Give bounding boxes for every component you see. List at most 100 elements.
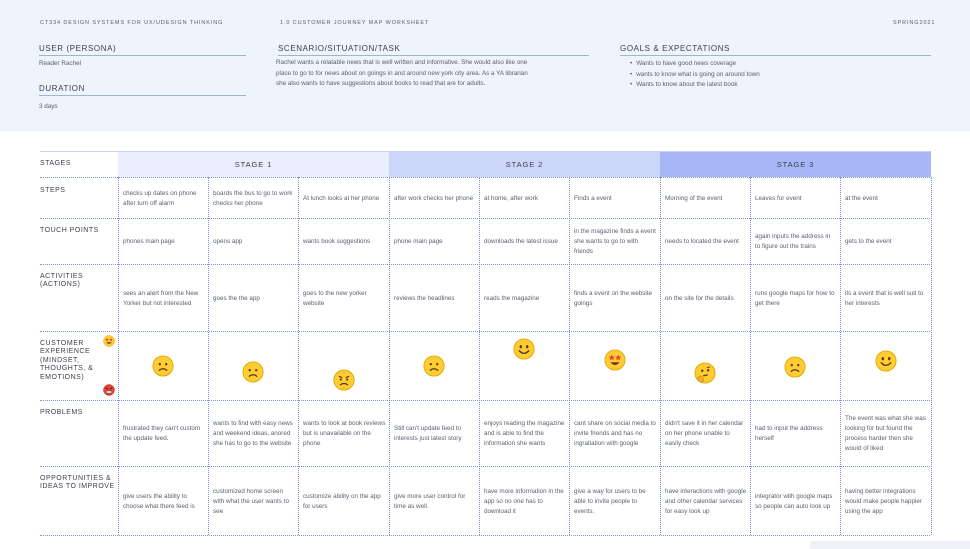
emotion-angry-icon — [332, 369, 355, 391]
angry-face-icon — [103, 384, 115, 396]
cell-text: finds a event on the website goings — [574, 289, 653, 307]
journey-cell-problems: didn't save it in her calendar on her ph… — [660, 404, 750, 464]
cell-text: give users the ability to choose what th… — [123, 492, 195, 510]
scenario-line: Rachel wants a relatable news that is we… — [276, 59, 528, 66]
journey-cell-touch: opens app — [208, 222, 298, 262]
cell-text: have more information in the app so no o… — [484, 487, 564, 515]
journey-cell-problems: enjoys reading the magazine and is able … — [479, 404, 569, 464]
cell-text: goes to the new yorker website — [303, 289, 367, 307]
journey-cell-opportunities: integrator with google maps so people ca… — [750, 470, 840, 533]
cell-text: again inputs the address in to figure ou… — [755, 233, 831, 250]
grid-column-divider — [931, 177, 932, 535]
journey-cell-steps: at the event — [840, 181, 931, 216]
topic-label: DESIGN THINKING — [161, 20, 224, 26]
persona-value: Reader Rachel — [39, 60, 82, 67]
journey-cell-opportunities: have interactions with google and other … — [660, 470, 750, 533]
journey-cell-activities: runs google maps for how to get there — [750, 268, 840, 329]
cell-text: reviews the headlines — [394, 294, 455, 302]
cell-text: At lunch looks at her phone — [303, 194, 380, 202]
journey-cell-activities: its a event that is well suit to her int… — [840, 268, 931, 329]
star-struck-icon — [103, 335, 115, 347]
journey-cell-opportunities: customized home screen with what the use… — [208, 470, 298, 533]
cell-text: integrator with google maps so people ca… — [755, 492, 833, 510]
journey-cell-opportunities: customize ability on the app for users — [298, 470, 389, 533]
duration-title: DURATION — [39, 84, 85, 93]
grid-row-divider — [40, 400, 930, 401]
scenario-text: Rachel wants a relatable news that is we… — [276, 58, 596, 90]
journey-cell-touch: in the magazine finds a event she wants … — [569, 222, 660, 262]
cell-text: Finds a event — [574, 194, 612, 202]
emotion-smile-icon — [513, 338, 535, 360]
cell-text: boards the bus to go to work checks her … — [213, 189, 293, 207]
scenario-line: place to go to for news about on goings … — [276, 69, 528, 77]
row-label-opportunities: OPPORTUNITIES & IDEAS TO IMPROVE — [40, 475, 115, 491]
cell-text: needs to located the event — [665, 238, 739, 245]
cell-text: phone main page — [394, 238, 443, 245]
journey-cell-problems: Still can't update feed to interests jus… — [389, 404, 479, 464]
journey-cell-problems: wants to look at book reviews but is una… — [298, 404, 389, 464]
duration-rule — [39, 95, 246, 96]
grid-row-divider — [40, 218, 930, 219]
cell-text: The event was what she was looking for b… — [845, 415, 926, 452]
cell-text: customized home screen with what the use… — [213, 487, 289, 515]
row-label-steps: STEPS — [40, 187, 66, 194]
cell-text: goes the the app — [213, 294, 260, 302]
persona-title: USER (PERSONA) — [39, 44, 117, 53]
goal-item: Wants to have good news coverage — [630, 59, 760, 70]
page-corner — [810, 541, 970, 549]
cell-text: its a event that is well suit to her int… — [845, 289, 924, 307]
journey-cell-touch: needs to located the event — [660, 222, 750, 262]
journey-cell-problems: cant share on social media to invite fri… — [569, 404, 660, 464]
journey-cell-problems: had to input the address herself — [750, 404, 840, 464]
journey-cell-opportunities: having better integrations would make pe… — [840, 470, 931, 533]
row-label-customer-experience: CUSTOMER EXPERIENCE (MINDSET, THOUGHTS, … — [40, 340, 94, 381]
cell-text: enjoys reading the magazine and is able … — [484, 420, 565, 447]
persona-rule — [39, 55, 246, 56]
journey-cell-touch: wants book suggestions — [298, 222, 389, 262]
row-label-activities: ACTIVITIES (ACTIONS) — [40, 273, 84, 289]
goals-rule — [620, 55, 931, 56]
journey-cell-activities: finds a event on the website goings — [569, 268, 660, 329]
emotion-smile-icon — [874, 350, 897, 372]
scenario-line: she also wants to have suggestions about… — [276, 80, 486, 87]
grid-row-divider — [40, 535, 930, 536]
cell-text: on the site for the details — [665, 294, 734, 302]
cell-text: didn't save it in her calendar on her ph… — [665, 420, 744, 447]
journey-cell-activities: sees an alert from the New Yorker but no… — [118, 268, 208, 329]
cell-text: cant share on social media to invite fri… — [574, 420, 656, 447]
cell-text: phones main page — [123, 238, 175, 245]
journey-cell-activities: on the site for the details — [660, 268, 750, 329]
journey-cell-opportunities: give more user control for time as well. — [389, 470, 479, 533]
cell-text: have interactions with google and other … — [665, 487, 747, 515]
cell-text: wants book suggestions — [303, 238, 371, 245]
journey-cell-activities: reads the magazine — [479, 268, 569, 329]
cell-text: opens app — [213, 238, 243, 245]
cell-text: sees an alert from the New Yorker but no… — [123, 289, 199, 307]
duration-value: 3 days — [39, 103, 58, 110]
stage-header-2: STAGE 2 — [389, 151, 660, 177]
journey-cell-activities: reviews the headlines — [389, 268, 479, 329]
journey-cell-opportunities: give users the ability to choose what th… — [118, 470, 208, 533]
cell-text: reads the magazine — [484, 294, 540, 302]
cell-text: Still can't update feed to interests jus… — [394, 425, 462, 442]
cell-text: give a way for users to be able to invit… — [574, 487, 646, 515]
cell-text: downloads the latest issue — [484, 238, 558, 245]
goal-item: Wants to know about the latest book — [630, 80, 760, 91]
emotion-thinking-icon — [694, 362, 716, 384]
row-label-problems: PROBLEMS — [40, 409, 83, 416]
grid-row-divider — [40, 151, 930, 152]
goals-list: Wants to have good news coverage wants t… — [630, 59, 760, 91]
journey-cell-touch: phone main page — [389, 222, 479, 262]
emotion-frown-icon — [152, 355, 174, 377]
journey-cell-problems: frustrated they can't custom the update … — [118, 404, 208, 464]
worksheet-title: 1.0 CUSTOMER JOURNEY MAP WORKSHEET — [280, 20, 430, 26]
journey-cell-touch: downloads the latest issue — [479, 222, 569, 262]
journey-cell-steps: Morning of the event — [660, 181, 750, 216]
goals-title: GOALS & EXPECTATIONS — [620, 44, 730, 53]
journey-cell-touch: phones main page — [118, 222, 208, 262]
journey-cell-steps: At lunch looks at her phone — [298, 181, 389, 216]
journey-cell-steps: at home, after work — [479, 181, 569, 216]
stage-header-1: STAGE 1 — [118, 151, 389, 177]
cell-text: wants to find with easy news and weekend… — [213, 420, 293, 447]
cell-text: at home, after work — [484, 194, 538, 202]
